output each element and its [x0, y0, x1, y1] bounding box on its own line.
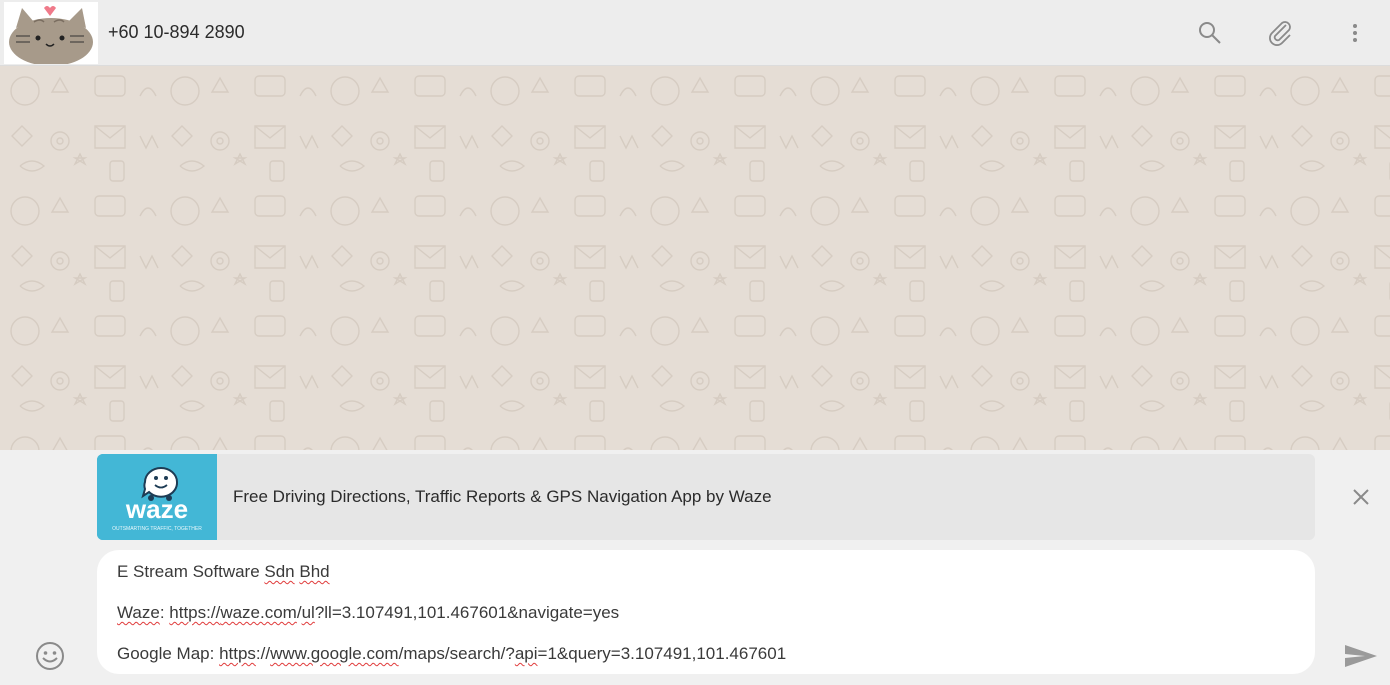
emoji-icon[interactable]: [34, 640, 66, 672]
chat-background: [0, 66, 1390, 450]
waze-thumbnail: waze OUTSMARTING TRAFFIC, TOGETHER: [97, 454, 217, 540]
link-preview[interactable]: waze OUTSMARTING TRAFFIC, TOGETHER Free …: [97, 454, 1315, 540]
search-icon[interactable]: [1195, 18, 1225, 48]
message-line-3: Google Map: https://www.google.com/maps/…: [117, 644, 787, 663]
attach-icon[interactable]: [1266, 18, 1296, 48]
contact-avatar[interactable]: [4, 2, 98, 64]
chat-header: +60 10-894 2890: [0, 0, 1390, 66]
message-input[interactable]: E Stream Software Sdn Bhd Waze: https://…: [97, 550, 1315, 674]
menu-icon[interactable]: [1340, 18, 1370, 48]
send-icon[interactable]: [1343, 641, 1379, 671]
waze-tagline: OUTSMARTING TRAFFIC, TOGETHER: [112, 526, 202, 532]
waze-logo-text: waze: [125, 494, 188, 524]
composer-area: waze OUTSMARTING TRAFFIC, TOGETHER Free …: [0, 450, 1390, 685]
close-preview-icon[interactable]: [1348, 484, 1374, 510]
contact-name[interactable]: +60 10-894 2890: [108, 22, 245, 43]
preview-title: Free Driving Directions, Traffic Reports…: [233, 487, 772, 506]
message-line-1: E Stream Software Sdn Bhd: [117, 562, 330, 581]
message-line-2: Waze: https://waze.com/ul?ll=3.107491,10…: [117, 603, 620, 622]
